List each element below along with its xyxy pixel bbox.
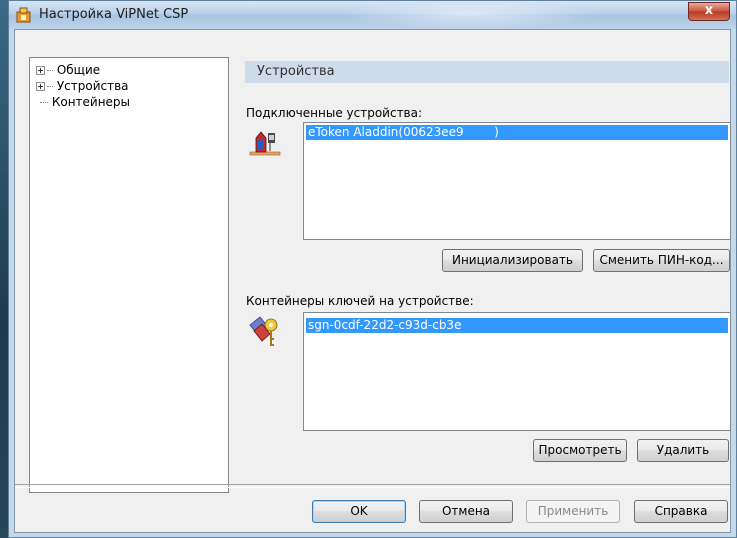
connected-devices-list[interactable]: eToken Aladdin(00623ee9 ) bbox=[303, 122, 731, 240]
help-button[interactable]: Справка bbox=[634, 500, 728, 523]
tree-item-label: Общие bbox=[56, 63, 101, 77]
footer-separator bbox=[15, 484, 730, 488]
key-containers-list[interactable]: sgn-0cdf-22d2-c93d-cb3e bbox=[303, 312, 731, 431]
change-pin-button[interactable]: Сменить ПИН-код... bbox=[593, 249, 730, 272]
window-title: Настройка ViPNet CSP bbox=[39, 7, 189, 22]
device-list-item[interactable]: eToken Aladdin(00623ee9 ) bbox=[306, 125, 728, 140]
dialog-client-area: Общие Устройства Контейнеры Устройства П… bbox=[14, 29, 731, 533]
tree-item-label: Устройства bbox=[56, 79, 129, 93]
settings-tree[interactable]: Общие Устройства Контейнеры bbox=[29, 57, 229, 493]
ok-button[interactable]: OK bbox=[312, 500, 406, 523]
title-glow bbox=[339, 1, 599, 29]
vipnet-app-icon bbox=[16, 7, 31, 23]
tree-item-containers[interactable]: Контейнеры bbox=[40, 94, 130, 110]
close-button[interactable]: x bbox=[688, 2, 730, 21]
cancel-button[interactable]: Отмена bbox=[419, 500, 513, 523]
delete-button[interactable]: Удалить bbox=[637, 439, 729, 462]
section-header: Устройства bbox=[245, 61, 729, 83]
key-containers-label: Контейнеры ключей на устройстве: bbox=[246, 294, 474, 308]
apply-button[interactable]: Применить bbox=[526, 500, 620, 523]
connected-devices-label: Подключенные устройства: bbox=[246, 106, 423, 120]
settings-dialog: Настройка ViPNet CSP x Общие Устройства … bbox=[8, 0, 737, 538]
tree-item-devices[interactable]: Устройства bbox=[36, 78, 129, 94]
view-button[interactable]: Просмотреть bbox=[533, 439, 627, 462]
container-list-item[interactable]: sgn-0cdf-22d2-c93d-cb3e bbox=[306, 318, 728, 333]
usb-token-icon bbox=[249, 131, 281, 156]
expand-icon[interactable] bbox=[36, 82, 45, 91]
initialize-button[interactable]: Инициализировать bbox=[442, 249, 583, 272]
tree-item-general[interactable]: Общие bbox=[36, 62, 100, 78]
expand-icon[interactable] bbox=[36, 66, 45, 75]
keys-icon bbox=[249, 316, 278, 346]
title-bar[interactable]: Настройка ViPNet CSP x bbox=[9, 1, 736, 29]
tree-item-label: Контейнеры bbox=[51, 95, 131, 109]
section-title: Устройства bbox=[257, 64, 335, 79]
